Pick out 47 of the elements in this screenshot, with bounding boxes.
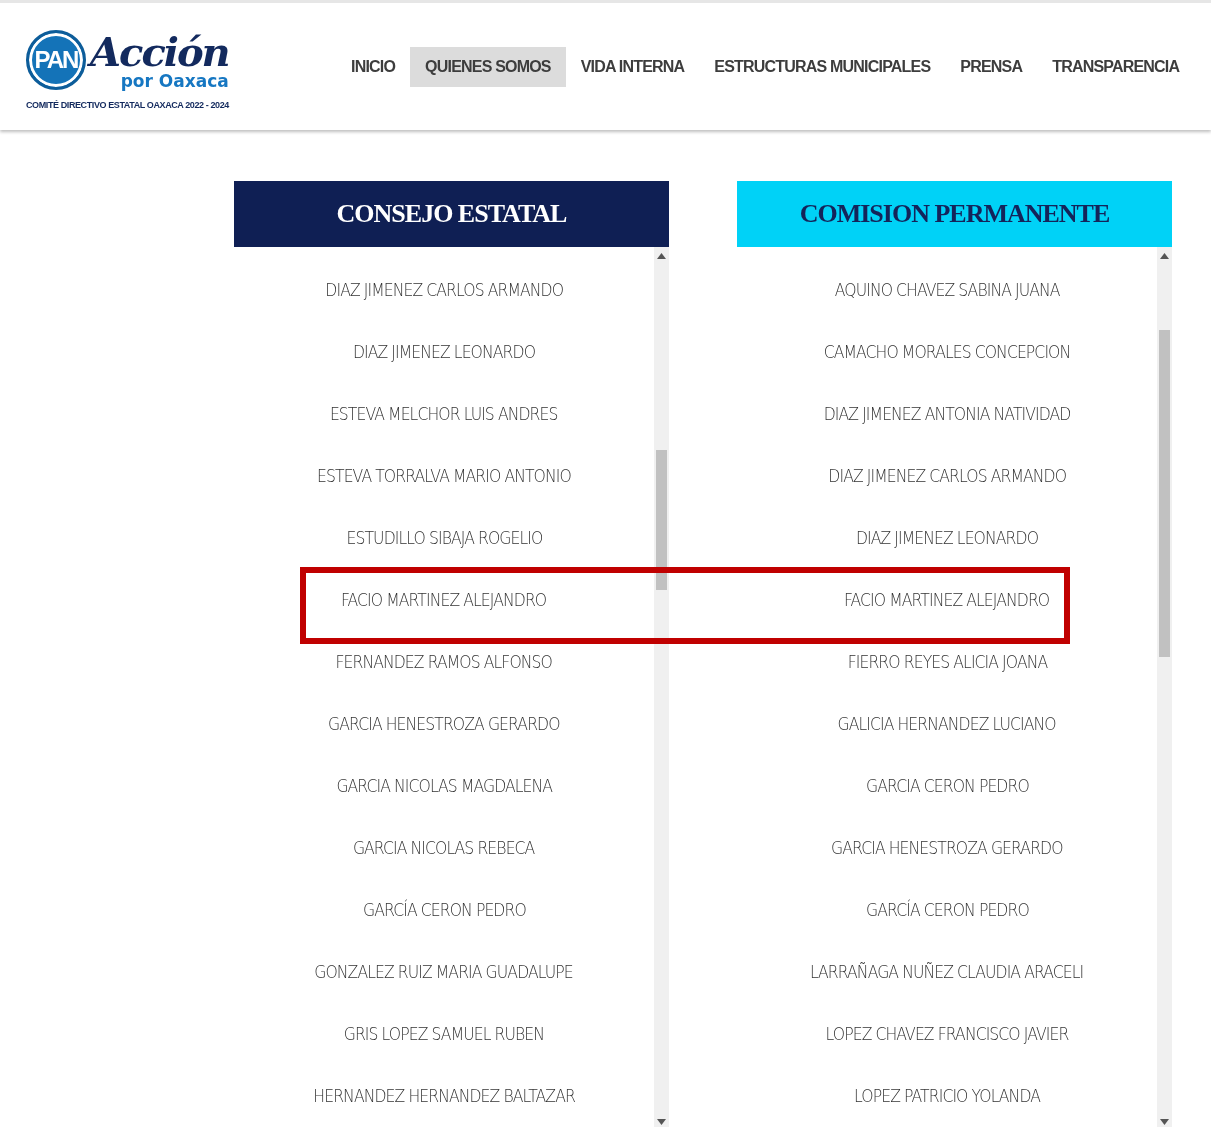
nav-link[interactable]: TRANSPARENCIA (1037, 46, 1195, 87)
member-name: LOPEZ PATRICIO YOLANDA (854, 1086, 1040, 1106)
member-name: GARCÍA CERON PEDRO (865, 900, 1029, 920)
member-name: LARRAÑAGA NUÑEZ CLAUDIA ARACELI (810, 962, 1084, 982)
member-name: GONZALEZ RUIZ MARIA GUADALUPE (314, 962, 574, 982)
nav-link[interactable]: ESTRUCTURAS MUNICIPALES (699, 46, 946, 87)
member-name: FACIO MARTINEZ ALEJANDRO (844, 590, 1050, 610)
member-name: ESTEVA TORRALVA MARIO ANTONIO (317, 466, 571, 486)
member-name: CAMACHO MORALES CONCEPCION (823, 342, 1071, 362)
member-name: DIAZ JIMENEZ LEONARDO (855, 528, 1039, 548)
member-name: ESTEVA MELCHOR LUIS ANDRES (330, 404, 558, 424)
member-name: GARCIA HENESTROZA GERARDO (831, 838, 1063, 858)
nav-link[interactable]: PRENSA (945, 46, 1038, 87)
logo-badge: PAN (26, 29, 86, 90)
member-name: GRIS LOPEZ SAMUEL RUBEN (343, 1024, 545, 1044)
panel-header: COMISION PERMANENTE (737, 181, 1172, 247)
nav-link[interactable]: INICIO (336, 46, 411, 87)
scroll-down-icon[interactable] (657, 1119, 666, 1125)
member-name: FERNANDEZ RAMOS ALFONSO (335, 652, 553, 672)
logo-subtitle: COMITÉ DIRECTIVO ESTATAL OAXACA 2022 - 2024 (26, 99, 229, 111)
member-name: GARCIA NICOLAS REBECA (353, 838, 535, 858)
scrollbar[interactable] (1157, 247, 1172, 1127)
scrollbar-thumb[interactable] (656, 450, 667, 590)
member-name: ESTUDILLO SIBAJA ROGELIO (346, 528, 542, 548)
member-name: FACIO MARTINEZ ALEJANDRO (341, 590, 547, 610)
member-name: DIAZ JIMENEZ CARLOS ARMANDO (828, 466, 1066, 486)
member-name: DIAZ JIMENEZ CARLOS ARMANDO (325, 280, 563, 300)
member-name: GALICIA HERNANDEZ LUCIANO (837, 714, 1057, 734)
scrollbar-thumb[interactable] (1159, 330, 1170, 657)
panel-header: CONSEJO ESTATAL (234, 181, 669, 247)
scroll-up-icon[interactable] (1160, 253, 1169, 259)
logo-tagline: por Oaxaca (120, 71, 229, 91)
member-name: HERNANDEZ HERNANDEZ BALTAZAR (313, 1086, 575, 1106)
member-name: GARCIA NICOLAS MAGDALENA (336, 776, 552, 796)
member-name: DIAZ JIMENEZ LEONARDO (352, 342, 536, 362)
scroll-up-icon[interactable] (657, 253, 666, 259)
member-name: GARCÍA CERON PEDRO (362, 900, 526, 920)
nav-link[interactable]: VIDA INTERNA (565, 46, 700, 87)
member-name: LOPEZ CHAVEZ FRANCISCO JAVIER (825, 1024, 1069, 1044)
member-name: FIERRO REYES ALICIA JOANA (847, 652, 1047, 672)
scroll-down-icon[interactable] (1160, 1119, 1169, 1125)
scrollbar[interactable] (654, 247, 669, 1127)
member-name: GARCIA CERON PEDRO (865, 776, 1029, 796)
member-name: DIAZ JIMENEZ ANTONIA NATIVIDAD (823, 404, 1071, 424)
nav-link[interactable]: QUIENES SOMOS (410, 46, 566, 87)
member-name: GARCIA HENESTROZA GERARDO (328, 714, 560, 734)
member-name: AQUINO CHAVEZ SABINA JUANA (834, 280, 1060, 300)
